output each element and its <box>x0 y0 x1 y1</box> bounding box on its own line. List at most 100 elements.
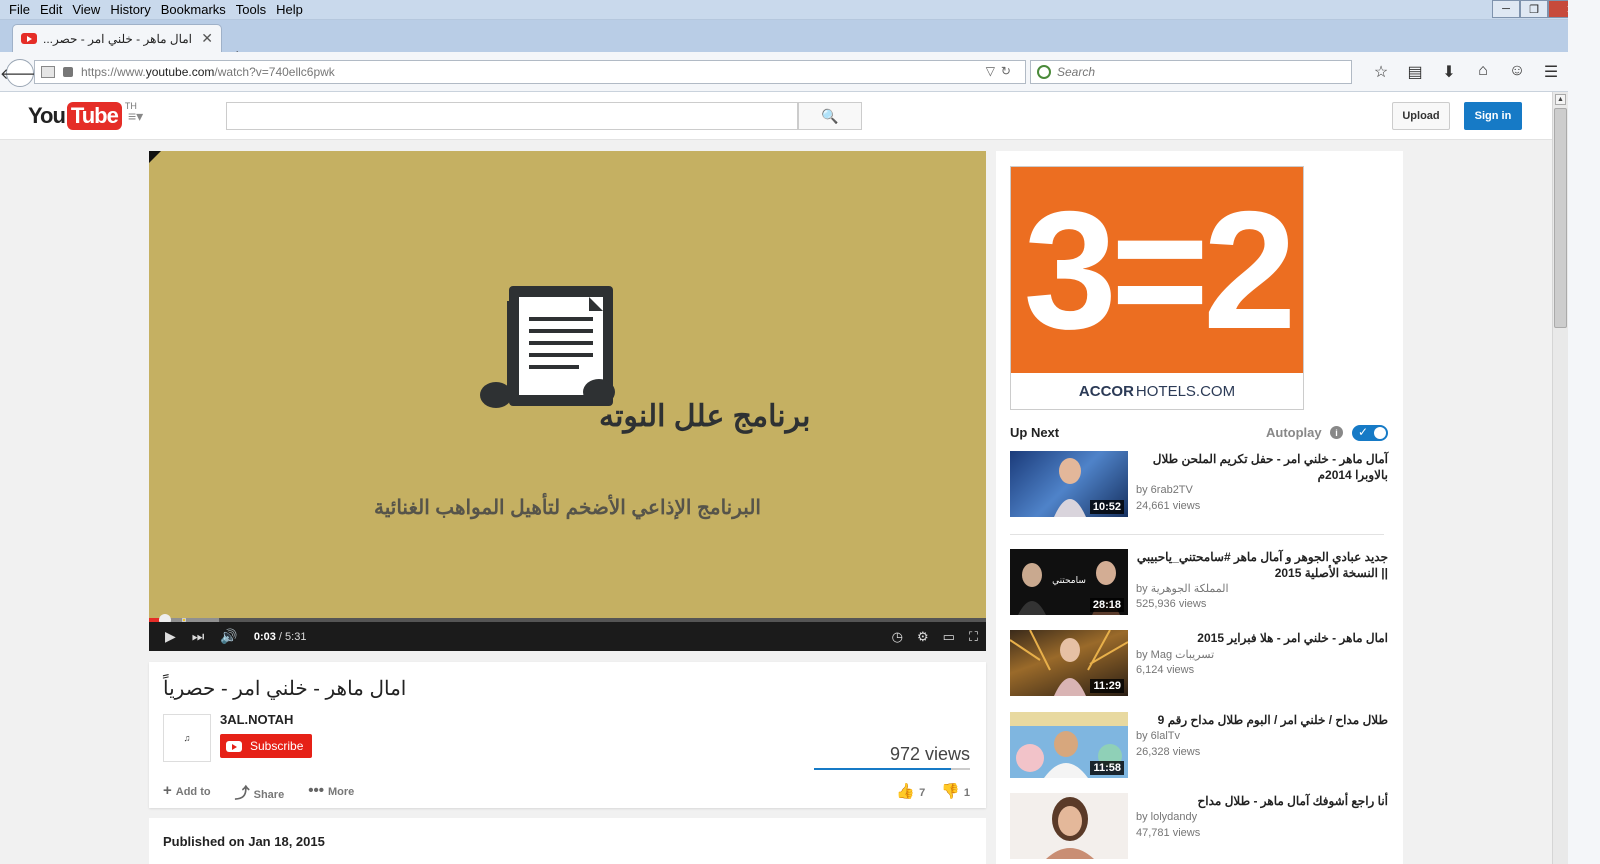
sign-in-button[interactable]: Sign in <box>1464 102 1522 130</box>
next-icon[interactable]: ⏭ <box>192 628 205 645</box>
video-thumbnail[interactable]: 10:52 <box>1010 451 1128 517</box>
video-title[interactable]: أنا راجع أشوفك آمال ماهر - طلال مداح <box>1134 793 1388 809</box>
video-thumbnail[interactable] <box>1010 793 1128 859</box>
dislike-button[interactable]: 👎 1 <box>941 782 970 800</box>
more-dots-icon: ••• <box>308 782 324 799</box>
video-thumbnail[interactable]: 11:58 <box>1010 712 1128 778</box>
like-ratio-bar <box>814 768 970 770</box>
list-item[interactable]: 11:58 طلال مداح / خلني امر / البوم طلال … <box>1010 712 1390 780</box>
player-controls: ▶ ⏭ 🔊 0:03 / 5:31 ◷ ⚙ ▭ ⛶ <box>149 622 986 651</box>
share-button[interactable]: ⤴ Share <box>235 782 285 803</box>
search-icon: 🔍 <box>821 107 839 124</box>
video-channel: by lolydandy <box>1136 811 1198 823</box>
menu-history[interactable]: History <box>105 2 155 18</box>
time-total: / 5:31 <box>278 630 307 643</box>
program-tagline: البرنامج الإذاعي الأضخم لتأهيل المواهب ا… <box>374 497 761 519</box>
bookmark-star-icon[interactable]: ☆ <box>1364 62 1398 82</box>
window-frame-right <box>1568 0 1600 864</box>
scroll-up-icon[interactable]: ▲ <box>1555 94 1566 105</box>
thumbs-down-icon: 👎 <box>941 783 960 800</box>
video-title[interactable]: طلال مداح / خلني امر / البوم طلال مداح ر… <box>1134 712 1388 728</box>
scrollbar-thumb[interactable] <box>1554 108 1567 328</box>
hamburger-menu-icon[interactable]: ☰ <box>1534 62 1568 82</box>
guide-menu-icon[interactable]: ≡▾ <box>128 108 143 125</box>
video-views: 26,328 views <box>1136 746 1201 758</box>
accor-ad[interactable]: 3=2 ACCOR HOTELS.COM <box>1010 166 1304 410</box>
masthead: You Tube TH ≡▾ 🔍 Upload Sign in <box>0 92 1552 140</box>
channel-name[interactable]: 3AL.NOTAH <box>220 712 293 727</box>
video-thumbnail[interactable]: 11:29 <box>1010 630 1128 696</box>
logo-you: You <box>28 103 66 128</box>
like-button[interactable]: 👍 7 <box>896 782 925 800</box>
youtube-search-input[interactable] <box>226 102 798 130</box>
youtube-page: You Tube TH ≡▾ 🔍 Upload Sign in برنامج ع… <box>0 92 1552 864</box>
more-button[interactable]: ••• More <box>308 782 354 803</box>
video-views: 24,661 views <box>1136 500 1201 512</box>
video-info-card: امال ماهر - خلني امر - حصرياً ♫ 3AL.NOTA… <box>149 662 986 808</box>
duration-badge: 10:52 <box>1089 500 1124 514</box>
upload-button[interactable]: Upload <box>1392 102 1450 130</box>
list-item[interactable]: 10:52 آمال ماهر - خلني امر - حفل تكريم ا… <box>1010 451 1390 519</box>
watch-later-icon[interactable]: ◷ <box>892 629 903 645</box>
menu-file[interactable]: File <box>4 2 35 18</box>
player-corner <box>149 151 161 163</box>
list-item[interactable]: سامحتني 28:18 جديد عبادي الجوهر و آمال م… <box>1010 549 1390 617</box>
tab-close-icon[interactable]: ✕ <box>201 30 213 47</box>
address-bar[interactable]: https://www.youtube.com/watch?v=740ellc6… <box>34 60 1026 84</box>
youtube-favicon-icon <box>21 33 37 44</box>
browser-search-box[interactable]: Search <box>1030 60 1352 84</box>
video-thumbnail[interactable]: سامحتني 28:18 <box>1010 549 1128 615</box>
info-icon[interactable]: i <box>1330 426 1343 439</box>
thumbs-up-icon: 👍 <box>896 783 916 800</box>
tab-youtube[interactable]: امال ماهر - خلني امر - حصر... ✕ <box>12 24 222 52</box>
reload-icon[interactable]: ▽↻ <box>986 64 1017 78</box>
video-title[interactable]: امال ماهر - خلني امر - هلا فبراير 2015 <box>1134 630 1388 646</box>
channel-logo-icon: ♫ <box>183 733 191 743</box>
published-date: Published on Jan 18, 2015 <box>163 834 325 849</box>
list-item[interactable]: أنا راجع أشوفك آمال ماهر - طلال مداح by … <box>1010 793 1390 861</box>
search-placeholder: Search <box>1057 65 1096 79</box>
autoplay-label: Autoplay <box>1266 425 1322 440</box>
menu-tools[interactable]: Tools <box>231 2 271 18</box>
menu-help[interactable]: Help <box>271 2 308 18</box>
restore-icon[interactable]: ❐ <box>1520 0 1548 18</box>
time-display: 0:03 / 5:31 <box>254 631 307 643</box>
divider <box>1010 534 1384 535</box>
channel-avatar[interactable]: ♫ <box>163 714 211 762</box>
chat-icon[interactable]: ☺ <box>1500 62 1534 82</box>
video-frame[interactable]: برنامج علل النوته البرنامج الإذاعي الأضخ… <box>149 151 986 621</box>
minimize-icon[interactable]: ─ <box>1492 0 1520 18</box>
svg-text:سامحتني: سامحتني <box>1052 576 1086 586</box>
list-item[interactable]: 11:29 امال ماهر - خلني امر - هلا فبراير … <box>1010 630 1390 698</box>
video-title[interactable]: آمال ماهر - خلني امر - حفل تكريم الملحن … <box>1134 451 1388 483</box>
youtube-logo[interactable]: You Tube TH <box>28 101 137 130</box>
ad-brand: ACCOR HOTELS.COM <box>1011 373 1303 409</box>
video-title: امال ماهر - خلني امر - حصرياً <box>163 678 407 700</box>
theater-mode-icon[interactable]: ▭ <box>943 629 955 645</box>
portrait-thumbnail-icon <box>1046 797 1094 859</box>
search-engine-icon[interactable] <box>1037 65 1051 79</box>
video-views: 525,936 views <box>1136 598 1207 610</box>
youtube-search-button[interactable]: 🔍 <box>798 102 862 130</box>
subscribe-button[interactable]: Subscribe <box>220 734 312 758</box>
sidebar: 3=2 ACCOR HOTELS.COM Up Next Autoplay i ✓… <box>996 151 1403 864</box>
identity-icon[interactable] <box>41 66 55 78</box>
menu-bookmarks[interactable]: Bookmarks <box>156 2 231 18</box>
download-icon[interactable]: ⬇ <box>1432 62 1466 82</box>
add-to-label: Add to <box>175 786 211 798</box>
back-button[interactable]: 🡐 <box>0 59 40 87</box>
settings-gear-icon[interactable]: ⚙ <box>917 629 929 645</box>
volume-icon[interactable]: 🔊 <box>220 628 237 645</box>
url-prefix: https://www. <box>81 65 146 79</box>
autoplay-toggle[interactable]: ✓ <box>1352 425 1388 441</box>
page-scrollbar[interactable]: ▲ <box>1552 92 1568 864</box>
menu-edit[interactable]: Edit <box>35 2 67 18</box>
fullscreen-icon[interactable]: ⛶ <box>969 629 978 645</box>
bookmarks-list-icon[interactable]: ▤ <box>1398 62 1432 82</box>
menu-view[interactable]: View <box>67 2 105 18</box>
home-icon[interactable]: ⌂ <box>1466 62 1500 82</box>
video-title[interactable]: جديد عبادي الجوهر و آمال ماهر #سامحتني_ي… <box>1134 549 1388 581</box>
add-to-button[interactable]: + Add to <box>163 782 211 803</box>
play-icon[interactable]: ▶ <box>165 628 176 645</box>
video-player[interactable]: برنامج علل النوته البرنامج الإذاعي الأضخ… <box>149 151 986 651</box>
